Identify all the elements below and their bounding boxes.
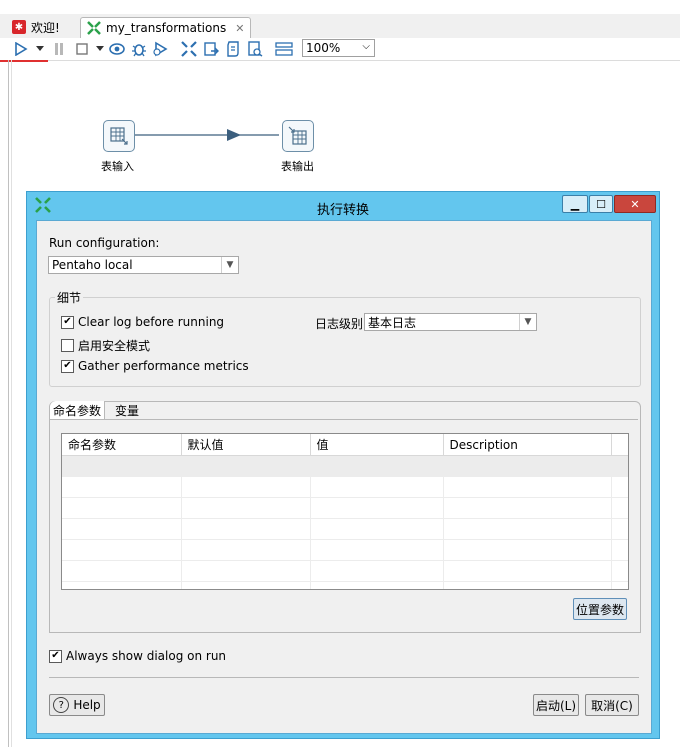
parameters-table[interactable]: 命名参数 默认值 值 Description [61,433,629,590]
step-table-output-label: 表输出 [281,160,314,173]
step-table-input[interactable] [103,120,135,152]
transformation-toolbar: 100% ⌵ [0,38,680,61]
tab-named-parameters[interactable]: 命名参数 [50,401,105,419]
stop-dropdown-icon[interactable] [94,40,106,58]
gather-metrics-checkbox[interactable]: ✔ Gather performance metrics [61,359,249,373]
clear-log-label: Clear log before running [78,315,225,329]
cancel-button[interactable]: 取消(C) [585,694,639,716]
column-header-default[interactable]: 默认值 [181,434,311,456]
close-button[interactable]: ✕ [614,195,656,213]
tab-divider [50,419,638,420]
table-row[interactable] [62,518,628,540]
close-icon: ✕ [630,197,640,211]
canvas-border-inner [11,60,12,747]
clear-log-checkbox[interactable]: ✔ Clear log before running [61,315,224,329]
pause-icon[interactable] [52,40,66,58]
minimize-button[interactable]: ▁ [562,195,588,213]
table-row[interactable] [62,497,628,519]
run-icon[interactable] [12,40,30,58]
safe-mode-checkbox[interactable]: 启用安全模式 [61,337,150,354]
gather-metrics-label: Gather performance metrics [78,359,249,373]
help-button[interactable]: ? Help [49,694,105,716]
table-row[interactable] [62,539,628,561]
run-config-label: Run configuration: [49,236,160,250]
log-level-select[interactable]: 基本日志 ▼ [364,313,537,331]
step-table-input-label: 表输入 [101,160,134,173]
checkbox-unchecked-icon [61,339,74,352]
replay-icon[interactable] [152,40,170,58]
chevron-down-icon: ▼ [519,314,536,330]
launch-button[interactable]: 启动(L) [533,694,579,716]
run-transformation-dialog: 执行转换 ▁ ☐ ✕ Run configuration: Pentaho lo… [26,191,660,739]
help-icon: ? [53,697,70,713]
tab-my-transformations[interactable]: my_transformations ✕ [80,17,252,38]
position-parameters-button[interactable]: 位置参数 [573,598,627,620]
table-input-icon [110,127,128,145]
checkbox-checked-icon: ✔ [61,315,74,329]
step-table-output[interactable] [282,120,314,152]
cancel-label: 取消(C) [591,698,633,713]
close-icon[interactable]: ✕ [235,22,244,35]
safe-mode-label: 启用安全模式 [78,339,151,353]
run-config-select[interactable]: Pentaho local ▼ [48,256,239,274]
details-group-label: 细节 [55,289,84,306]
preview-icon[interactable] [108,40,126,58]
tab-welcome-label: 欢迎! [31,20,60,35]
checkbox-checked-icon: ✔ [61,359,74,373]
tab-named-parameters-label: 命名参数 [52,403,101,418]
minimize-icon: ▁ [570,197,580,211]
verify-icon[interactable] [180,40,198,58]
zoom-value: 100% [306,41,341,55]
table-row[interactable] [62,476,628,498]
dialog-titlebar[interactable]: 执行转换 ▁ ☐ ✕ [27,192,659,219]
results-icon[interactable] [274,40,294,58]
run-config-value: Pentaho local [52,258,133,272]
stop-icon[interactable] [74,40,90,58]
zoom-select[interactable]: 100% ⌵ [302,39,375,57]
sql-icon[interactable] [224,40,242,58]
always-show-label: Always show dialog on run [66,649,227,663]
tab-my-transformations-label: my_transformations [106,21,227,35]
help-label: Help [73,698,101,712]
explore-db-icon[interactable] [246,40,264,58]
hop-arrow[interactable] [135,128,281,144]
table-output-icon [288,126,307,145]
column-header-spacer [611,434,628,456]
log-level-label: 日志级别 [315,317,364,331]
footer-divider [49,677,639,678]
canvas-border [8,60,9,747]
run-dropdown-icon[interactable] [34,40,46,58]
impact-icon[interactable] [202,40,220,58]
table-row[interactable] [62,560,628,582]
tab-variables[interactable]: 变量 [107,401,147,419]
log-level-value: 基本日志 [368,315,417,330]
column-header-name[interactable]: 命名参数 [62,434,182,456]
debug-icon[interactable] [130,40,148,58]
column-header-value[interactable]: 值 [310,434,444,456]
position-parameters-label: 位置参数 [575,602,624,617]
column-header-description[interactable]: Description [443,434,612,456]
maximize-icon: ☐ [596,197,606,211]
chevron-down-icon: ▼ [221,257,238,273]
launch-label: 启动(L) [535,698,577,713]
table-header-row: 命名参数 默认值 值 Description [62,434,628,456]
editor-tab-strip: ✱ 欢迎! my_transformations ✕ [0,14,680,39]
tab-variables-label: 变量 [114,403,139,418]
always-show-checkbox[interactable]: ✔ Always show dialog on run [49,649,226,663]
checkbox-checked-icon: ✔ [49,649,62,663]
chevron-down-icon: ⌵ [362,41,370,52]
table-row[interactable] [62,455,628,477]
welcome-icon: ✱ [12,20,26,34]
tab-welcome[interactable]: ✱ 欢迎! [6,17,66,37]
dialog-body: Run configuration: Pentaho local ▼ 细节 ✔ … [36,220,652,734]
maximize-button[interactable]: ☐ [589,195,613,213]
table-row[interactable] [62,581,628,589]
transformation-icon [87,21,101,35]
